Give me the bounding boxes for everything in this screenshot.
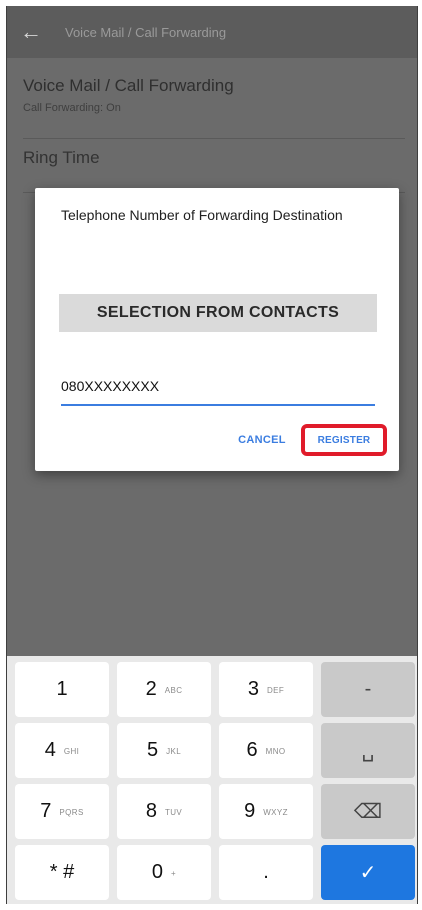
forwarding-number-dialog: Telephone Number of Forwarding Destinati…	[35, 188, 399, 471]
app-bar-title: Voice Mail / Call Forwarding	[65, 24, 227, 40]
key-2[interactable]: 2 ABC	[117, 662, 211, 717]
key-dash[interactable]: -	[321, 662, 415, 717]
key-9[interactable]: 9 WXYZ	[219, 784, 313, 839]
key-space[interactable]: ␣	[321, 723, 415, 778]
forwarding-number-input[interactable]	[61, 370, 375, 406]
key-label: -	[364, 678, 372, 700]
key-label: 8	[145, 800, 157, 822]
key-label: 9	[244, 800, 256, 822]
key-8[interactable]: 8 TUV	[117, 784, 211, 839]
key-letters: TUV	[164, 808, 183, 817]
key-3[interactable]: 3 DEF	[219, 662, 313, 717]
backspace-icon: ⌫	[353, 801, 383, 823]
key-letters: GHI	[63, 747, 80, 756]
key-label: 0	[151, 861, 164, 883]
space-icon: ␣	[361, 740, 375, 762]
phone-screen: ← Voice Mail / Call Forwarding Voice Mai…	[6, 6, 418, 904]
key-letters: +	[171, 869, 177, 878]
key-letters: WXYZ	[263, 808, 288, 817]
dialog-title: Telephone Number of Forwarding Destinati…	[61, 207, 343, 223]
key-6[interactable]: 6 MNO	[219, 723, 313, 778]
key-label: 4	[44, 739, 56, 761]
key-4[interactable]: 4 GHI	[15, 723, 109, 778]
checkmark-icon: ✓	[359, 862, 377, 884]
key-enter[interactable]: ✓	[321, 845, 415, 900]
back-arrow-icon[interactable]: ←	[11, 19, 51, 45]
key-label: 2	[145, 678, 157, 700]
key-0[interactable]: 0 +	[117, 845, 211, 900]
key-letters: ABC	[164, 686, 183, 695]
key-label: 1	[56, 678, 68, 700]
key-label: .	[263, 861, 269, 883]
key-1[interactable]: 1	[15, 662, 109, 717]
key-letters: JKL	[166, 747, 182, 756]
numeric-keypad: 1 2 ABC 3 DEF - 4 GHI 5 JKL 6 MNO ␣ 7 PQRS 8 TU…	[7, 656, 417, 904]
key-5[interactable]: 5 JKL	[117, 723, 211, 778]
key-star-hash[interactable]: * #	[15, 845, 109, 900]
setting-voice-mail-call-forwarding[interactable]: Voice Mail / Call Forwarding Call Forwar…	[23, 76, 405, 139]
app-bar: ← Voice Mail / Call Forwarding	[7, 6, 417, 58]
key-label: 7	[40, 800, 52, 822]
key-letters: DEF	[266, 686, 285, 695]
key-7[interactable]: 7 PQRS	[15, 784, 109, 839]
key-letters: PQRS	[59, 808, 84, 817]
setting-title: Ring Time	[23, 148, 100, 167]
selection-from-contacts-button[interactable]: SELECTION FROM CONTACTS	[59, 294, 377, 332]
setting-ring-time[interactable]: Ring Time	[23, 148, 405, 193]
setting-title: Voice Mail / Call Forwarding	[23, 76, 234, 95]
key-letters: MNO	[265, 747, 286, 756]
key-label: 6	[246, 739, 258, 761]
key-label: 5	[146, 739, 159, 761]
key-period[interactable]: .	[219, 845, 313, 900]
key-backspace[interactable]: ⌫	[321, 784, 415, 839]
register-button[interactable]: REGISTER	[301, 424, 387, 456]
key-label: 3	[247, 678, 259, 700]
cancel-button[interactable]: CANCEL	[229, 430, 295, 450]
key-label: * #	[49, 861, 75, 883]
setting-subtitle: Call Forwarding: On	[23, 102, 121, 114]
